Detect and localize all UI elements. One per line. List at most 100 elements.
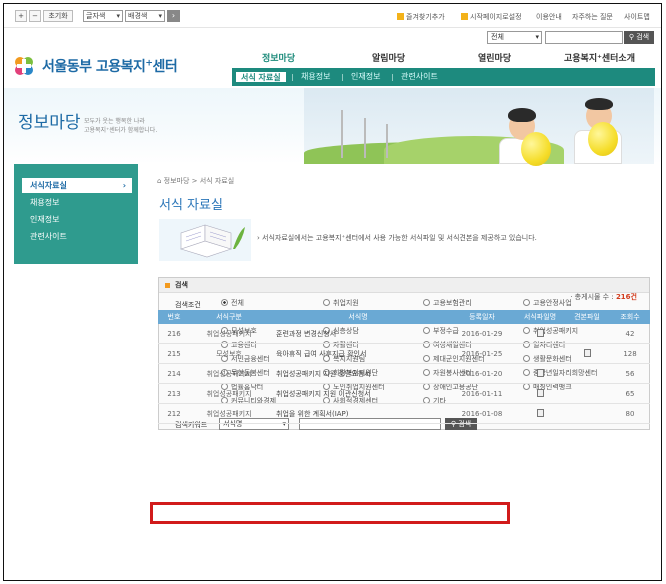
subnav-jobs[interactable]: 채용정보 xyxy=(296,71,335,83)
table-row[interactable]: 212 취업성공패키지 취업을 위한 계획서(IAP) 2016-01-08 80 xyxy=(158,404,650,424)
lnb-item-talent[interactable]: 인재정보 xyxy=(22,212,132,227)
search-scope-select[interactable]: 전체 xyxy=(487,31,542,44)
sitemap-link[interactable]: 사이트맵 xyxy=(624,12,650,22)
faq-link[interactable]: 자주하는 질문 xyxy=(572,12,613,22)
gnb-info[interactable]: 정보마당 xyxy=(262,51,295,64)
page-title: 서식 자료실 xyxy=(159,198,223,213)
col-file: 서식파일명 xyxy=(523,313,557,321)
radio-icon xyxy=(221,299,228,306)
lnb-item-links[interactable]: 관련사이트 xyxy=(22,229,132,244)
cell-no: 213 xyxy=(167,390,181,398)
condition-option[interactable]: 고용보험관리 xyxy=(423,298,472,308)
cell-title[interactable]: 취업성공패키지 지원 이관신청서 xyxy=(268,384,448,404)
cell-no: 216 xyxy=(167,330,181,338)
cell-title[interactable]: 훈련과정 변경신청서 xyxy=(268,324,448,344)
cell-file xyxy=(516,384,564,404)
cell-title[interactable]: 취업을 위한 계획서(IAP) xyxy=(268,404,448,424)
cell-category: 모성보호 xyxy=(216,350,242,358)
condition-label: 검색조건 xyxy=(175,301,201,309)
condition-option-label: 고용보험관리 xyxy=(433,299,472,307)
cell-no: 212 xyxy=(167,410,181,418)
cell-sample xyxy=(564,344,610,364)
total-count-value: 216건 xyxy=(615,293,637,301)
zoom-in-button[interactable]: + xyxy=(15,10,27,22)
lnb-item-forms[interactable]: 서식자료실 xyxy=(22,178,132,193)
table-row[interactable]: 216 취업성공패키지 훈련과정 변경신청서 2016-01-29 42 xyxy=(158,324,650,344)
gnb-open[interactable]: 열린마당 xyxy=(478,51,511,64)
table-row[interactable]: 215 모성보호 육아휴직 급여 사후지급 확인서 2016-01-25 128 xyxy=(158,344,650,364)
balloon-icon xyxy=(588,122,618,156)
wind-turbine-icon xyxy=(341,110,343,158)
file-download-icon[interactable] xyxy=(583,349,591,357)
gnb-about[interactable]: 고용복지⁺센터소개 xyxy=(564,51,635,64)
col-date: 등록일자 xyxy=(469,313,495,321)
cell-file xyxy=(516,344,564,364)
cell-file xyxy=(516,364,564,384)
wind-turbine-icon xyxy=(386,124,388,158)
balloon-icon xyxy=(521,132,551,166)
zoom-out-button[interactable]: − xyxy=(29,10,41,22)
zoom-reset-button[interactable]: 초기화 xyxy=(43,10,73,22)
gnb-notice[interactable]: 알림마당 xyxy=(372,51,405,64)
cell-category: 취업성공패키지 xyxy=(206,370,252,378)
utility-bar: + − 초기화 글자색 배경색 › 즐겨찾기추가 시작페이지로설정 이용안내 자… xyxy=(4,4,661,28)
favorites-link[interactable]: 즐겨찾기추가 xyxy=(397,12,445,22)
subnav-talent[interactable]: 인재정보 xyxy=(346,71,385,83)
highlight-box xyxy=(150,502,510,524)
col-title: 서식명 xyxy=(348,313,368,321)
file-download-icon[interactable] xyxy=(536,389,544,397)
total-count-label: · 총게시물 수 : xyxy=(570,293,614,301)
cell-sample xyxy=(564,404,610,424)
home-icon xyxy=(461,13,468,20)
font-color-select[interactable]: 글자색 xyxy=(83,10,123,22)
file-download-icon[interactable] xyxy=(536,409,544,417)
logo-suffix: 센터 xyxy=(152,59,178,75)
condition-option-label: 취업지원 xyxy=(333,299,359,307)
condition-option[interactable]: 전체 xyxy=(221,298,244,308)
cell-file xyxy=(516,324,564,344)
subnav-forms[interactable]: 서식 자료실 xyxy=(235,71,287,83)
col-sample: 견본파일 xyxy=(574,313,600,321)
search-panel-title: 검색 xyxy=(159,278,649,293)
cell-date: 2016-01-29 xyxy=(461,330,503,338)
cell-category: 취업성공패키지 xyxy=(206,410,252,418)
cell-date: 2016-01-25 xyxy=(461,350,503,358)
lnb-item-jobs[interactable]: 채용정보 xyxy=(22,195,132,210)
total-count: · 총게시물 수 : 216건 xyxy=(570,292,637,302)
condition-option-label: 고용안정사업 xyxy=(533,299,572,307)
cell-title[interactable]: 육아휴직 급여 사후지급 확인서 xyxy=(268,344,448,364)
cell-date: 2016-01-08 xyxy=(461,410,503,418)
cell-views: 65 xyxy=(625,390,635,398)
wind-turbine-icon xyxy=(364,118,366,158)
favorites-label: 즐겨찾기추가 xyxy=(406,13,445,21)
table-row[interactable]: 214 취업성공패키지 취업성공패키지 지원 중단요청서 2016-01-20 56 xyxy=(158,364,650,384)
banner-subtitle: 모두가 웃는 행복한 나라 고용복지⁺센터가 함께합니다. xyxy=(84,117,157,135)
apply-color-button[interactable]: › xyxy=(167,10,180,22)
star-icon xyxy=(397,13,404,20)
usage-link[interactable]: 이용안내 xyxy=(536,12,562,22)
col-category: 서식구분 xyxy=(216,313,242,321)
homepage-link[interactable]: 시작페이지로설정 xyxy=(461,12,522,22)
radio-icon xyxy=(323,299,330,306)
table-row[interactable]: 213 취업성공패키지 취업성공패키지 지원 이관신청서 2016-01-11 65 xyxy=(158,384,650,404)
cell-sample xyxy=(564,364,610,384)
cell-views: 128 xyxy=(623,350,637,358)
cell-category: 취업성공패키지 xyxy=(206,330,252,338)
subnav-links[interactable]: 관련사이트 xyxy=(396,71,443,83)
cell-no: 215 xyxy=(167,350,181,358)
search-button-label: 검색 xyxy=(636,33,650,41)
radio-icon xyxy=(423,299,430,306)
col-views: 조회수 xyxy=(620,313,640,321)
condition-option[interactable]: 취업지원 xyxy=(323,298,359,308)
file-download-icon[interactable] xyxy=(536,329,544,337)
cell-title[interactable]: 취업성공패키지 지원 중단요청서 xyxy=(268,364,448,384)
condition-option[interactable]: 고용안정사업 xyxy=(523,298,572,308)
search-button[interactable]: ⚲ 검색 xyxy=(624,31,654,44)
cell-date: 2016-01-20 xyxy=(461,370,503,378)
cell-views: 56 xyxy=(625,370,635,378)
banner-title: 정보마당 xyxy=(18,113,81,133)
search-input[interactable] xyxy=(545,31,623,44)
cell-category: 취업성공패키지 xyxy=(206,390,252,398)
bg-color-select[interactable]: 배경색 xyxy=(125,10,165,22)
file-download-icon[interactable] xyxy=(536,369,544,377)
